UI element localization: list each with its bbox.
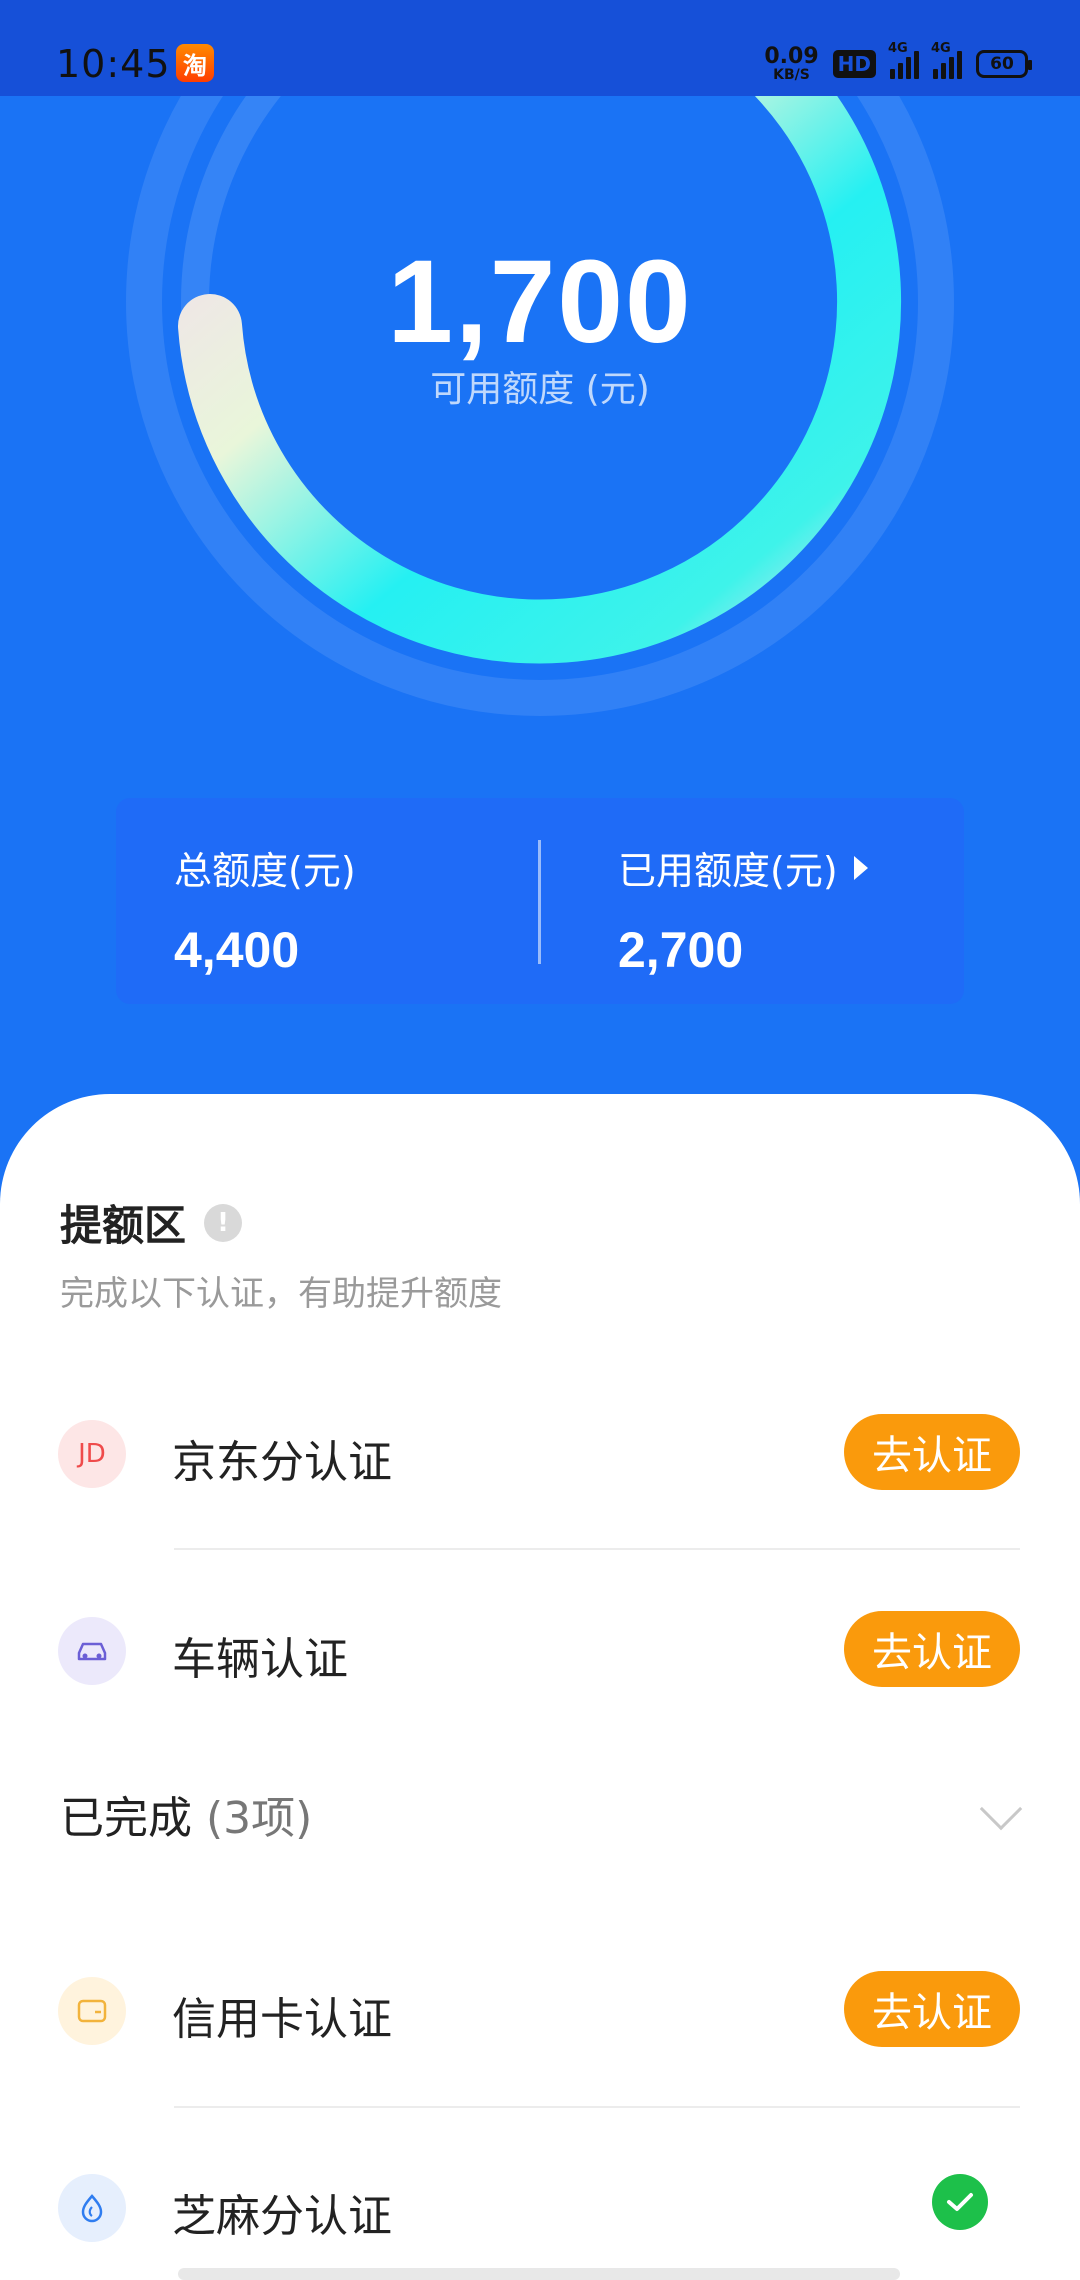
hd-voice-icon: HD: [832, 50, 876, 78]
total-credit: 总额度(元) 4,400: [174, 840, 356, 979]
list-item-label: 京东分认证: [172, 1437, 392, 1488]
used-credit-value: 2,700: [618, 922, 744, 978]
wallet-icon: [58, 1977, 126, 2045]
signal-tag-2: 4G: [931, 41, 951, 56]
car-icon: [58, 1617, 126, 1685]
available-credit-amount: 1,700: [387, 236, 693, 368]
battery-level: 60: [990, 54, 1014, 74]
status-indicators: 0.09 KB/S HD 4G 4G 60: [764, 41, 1032, 84]
status-time: 10:45: [56, 42, 171, 86]
boost-section-title: 提额区: [60, 1201, 187, 1250]
boost-section-subtitle: 完成以下认证，有助提升额度: [60, 1274, 502, 1314]
boost-credit-sheet: 提额区 ! 完成以下认证，有助提升额度 JD 京东分认证 去认证 车辆认证 去认…: [0, 1094, 1080, 2280]
completed-title: 已完成: [60, 1793, 192, 1844]
sesame-icon: [58, 2174, 126, 2242]
verify-jd-button[interactable]: 去认证: [844, 1414, 1020, 1490]
bottom-tab-strip: [178, 2268, 900, 2280]
summary-divider: [538, 840, 541, 964]
network-speed-unit: KB/S: [773, 67, 810, 83]
credit-ring-graphic: [126, 96, 954, 716]
credit-ring-area: 1,700 可用额度 (元): [0, 96, 1080, 796]
signal-tag: 4G: [888, 41, 908, 56]
boost-section-header: 提额区 !: [60, 1192, 243, 1253]
list-item-sesame-verification[interactable]: 芝麻分认证: [0, 2142, 1080, 2272]
network-speed: 0.09 KB/S: [764, 44, 819, 83]
list-item-label: 车辆认证: [172, 1634, 348, 1685]
row-divider: [174, 1548, 1020, 1550]
credit-summary-panel: 总额度(元) 4,400 已用额度(元) 2,700: [116, 798, 964, 1004]
check-icon: [932, 2174, 988, 2230]
completed-count: (3项): [206, 1793, 313, 1844]
used-credit-label: 已用额度(元): [618, 849, 838, 893]
verify-vehicle-button[interactable]: 去认证: [844, 1611, 1020, 1687]
network-speed-value: 0.09: [764, 44, 819, 69]
signal-icon-2: 4G: [931, 41, 962, 79]
list-item-label: 信用卡认证: [172, 1994, 392, 2045]
arrow-right-icon: [853, 855, 868, 880]
total-credit-value: 4,400: [174, 922, 300, 978]
list-item-label: 芝麻分认证: [172, 2191, 392, 2242]
jd-icon-text: JD: [78, 1439, 106, 1469]
signal-icon: 4G: [888, 41, 919, 79]
chevron-down-icon[interactable]: [979, 1787, 1023, 1831]
verify-credit-card-button[interactable]: 去认证: [844, 1971, 1020, 2047]
total-credit-label: 总额度(元): [174, 849, 356, 893]
jd-icon: JD: [58, 1420, 126, 1488]
list-item-jd-verification[interactable]: JD 京东分认证 去认证: [0, 1388, 1080, 1518]
info-icon[interactable]: !: [204, 1203, 243, 1242]
battery-icon: 60: [976, 50, 1032, 78]
used-credit-link[interactable]: 已用额度(元) 2,700: [618, 840, 868, 979]
list-item-vehicle-verification[interactable]: 车辆认证 去认证: [0, 1585, 1080, 1715]
list-item-credit-card-verification[interactable]: 信用卡认证 去认证: [0, 1945, 1080, 2075]
row-divider: [174, 2106, 1020, 2108]
available-credit-label: 可用额度 (元): [430, 369, 650, 410]
completed-section-header[interactable]: 已完成 (3项): [60, 1782, 312, 1846]
taobao-app-icon: 淘: [176, 44, 214, 82]
status-bar: 10:45 淘 0.09 KB/S HD 4G 4G 60: [0, 0, 1080, 96]
